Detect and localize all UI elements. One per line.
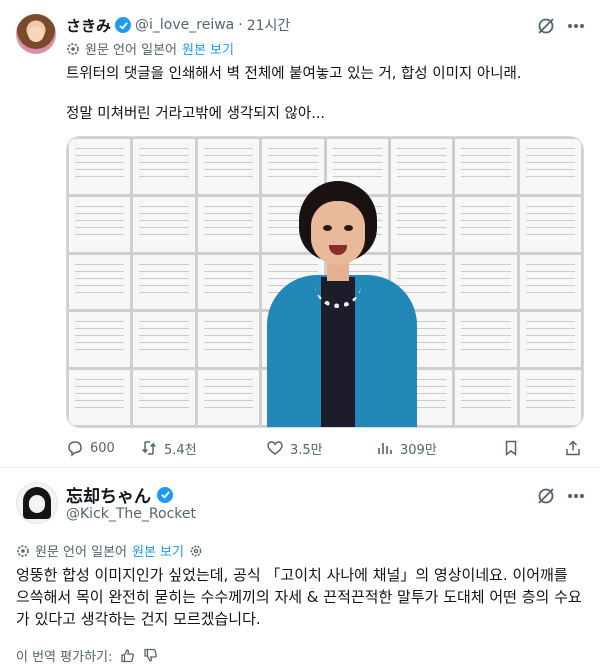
tweet-action-bar: 600 5.4천 3.5만 309만 bbox=[66, 437, 586, 459]
more-options-icon[interactable] bbox=[566, 16, 586, 36]
bookmark-icon bbox=[505, 440, 517, 457]
tweet-quote-reply[interactable]: 忘却ちゃん @Kick_The_Rocket 원문 언어 일본어 원본 보기 엉… bbox=[0, 468, 600, 672]
avatar-face bbox=[28, 26, 44, 42]
repost-icon bbox=[141, 441, 157, 455]
verified-badge-icon bbox=[115, 17, 132, 33]
tweet-text-line: 트위터의 댓글을 인쇄해서 벽 전체에 붙여놓고 있는 거, 합성 이미지 아니… bbox=[66, 66, 522, 82]
photo-person bbox=[257, 181, 427, 427]
user-handle[interactable]: @i_love_reiwa bbox=[135, 17, 234, 33]
show-original-link[interactable]: 원본 보기 bbox=[182, 39, 234, 58]
grok-icon[interactable] bbox=[536, 486, 556, 506]
tweet-text-line: 정말 미쳐버린 거라고밖에 생각되지 않아... bbox=[66, 106, 326, 122]
rate-translation-label: 이 번역 평가하기: bbox=[16, 650, 113, 665]
like-button[interactable]: 3.5만 bbox=[266, 439, 376, 458]
views-button[interactable]: 309만 bbox=[376, 439, 476, 458]
heart-icon bbox=[267, 441, 283, 455]
more-options-icon[interactable] bbox=[566, 486, 586, 506]
reply-count: 600 bbox=[90, 440, 115, 456]
tweet-text: 트위터의 댓글을 인쇄해서 벽 전체에 붙여놓고 있는 거, 합성 이미지 아니… bbox=[66, 64, 586, 124]
thumbs-up-icon[interactable] bbox=[120, 648, 135, 663]
tweet-original[interactable]: さきみ @i_love_reiwa · 21시간 원문 언어 일본어 원본 보기… bbox=[0, 0, 600, 466]
translation-source-label: 원문 언어 일본어 bbox=[35, 545, 127, 560]
share-button[interactable] bbox=[564, 439, 582, 457]
display-name[interactable]: 忘却ちゃん bbox=[66, 482, 151, 507]
avatar[interactable] bbox=[16, 14, 56, 54]
view-count: 309만 bbox=[400, 442, 437, 458]
translation-source-label: 원문 언어 일본어 bbox=[85, 43, 177, 58]
timestamp[interactable]: 21시간 bbox=[247, 15, 291, 35]
repost-count: 5.4천 bbox=[164, 442, 197, 458]
avatar-face bbox=[29, 495, 45, 513]
settings-icon[interactable] bbox=[189, 544, 203, 558]
tweet-text: 엉뚱한 합성 이미지인가 싶었는데, 공식 「고이치 사나에 채널」의 영상이네… bbox=[16, 566, 582, 628]
separator: · bbox=[238, 17, 243, 33]
user-handle[interactable]: @Kick_The_Rocket bbox=[66, 506, 196, 522]
show-original-link[interactable]: 원본 보기 bbox=[132, 541, 184, 560]
translation-notice: 원문 언어 일본어 원본 보기 bbox=[16, 541, 203, 560]
translation-notice: 원문 언어 일본어 원본 보기 bbox=[66, 39, 234, 58]
views-chart-icon bbox=[378, 443, 392, 454]
verified-badge-icon bbox=[157, 486, 173, 503]
avatar[interactable] bbox=[16, 482, 58, 524]
gear-icon bbox=[67, 42, 79, 55]
rate-translation: 이 번역 평가하기: bbox=[16, 646, 158, 665]
tweet-media-image[interactable] bbox=[66, 136, 584, 428]
tweet-header: さきみ @i_love_reiwa · 21시간 bbox=[66, 14, 290, 36]
reply-icon bbox=[68, 441, 82, 457]
grok-icon[interactable] bbox=[536, 16, 556, 36]
repost-button[interactable]: 5.4천 bbox=[140, 439, 266, 458]
share-icon bbox=[566, 440, 580, 456]
bookmark-button[interactable] bbox=[502, 439, 520, 457]
display-name[interactable]: さきみ bbox=[66, 15, 111, 36]
like-count: 3.5만 bbox=[290, 442, 323, 458]
thumbs-down-icon[interactable] bbox=[143, 648, 158, 663]
gear-icon bbox=[17, 544, 29, 557]
reply-button[interactable]: 600 bbox=[66, 439, 140, 457]
tweet-header: 忘却ちゃん bbox=[66, 482, 173, 507]
